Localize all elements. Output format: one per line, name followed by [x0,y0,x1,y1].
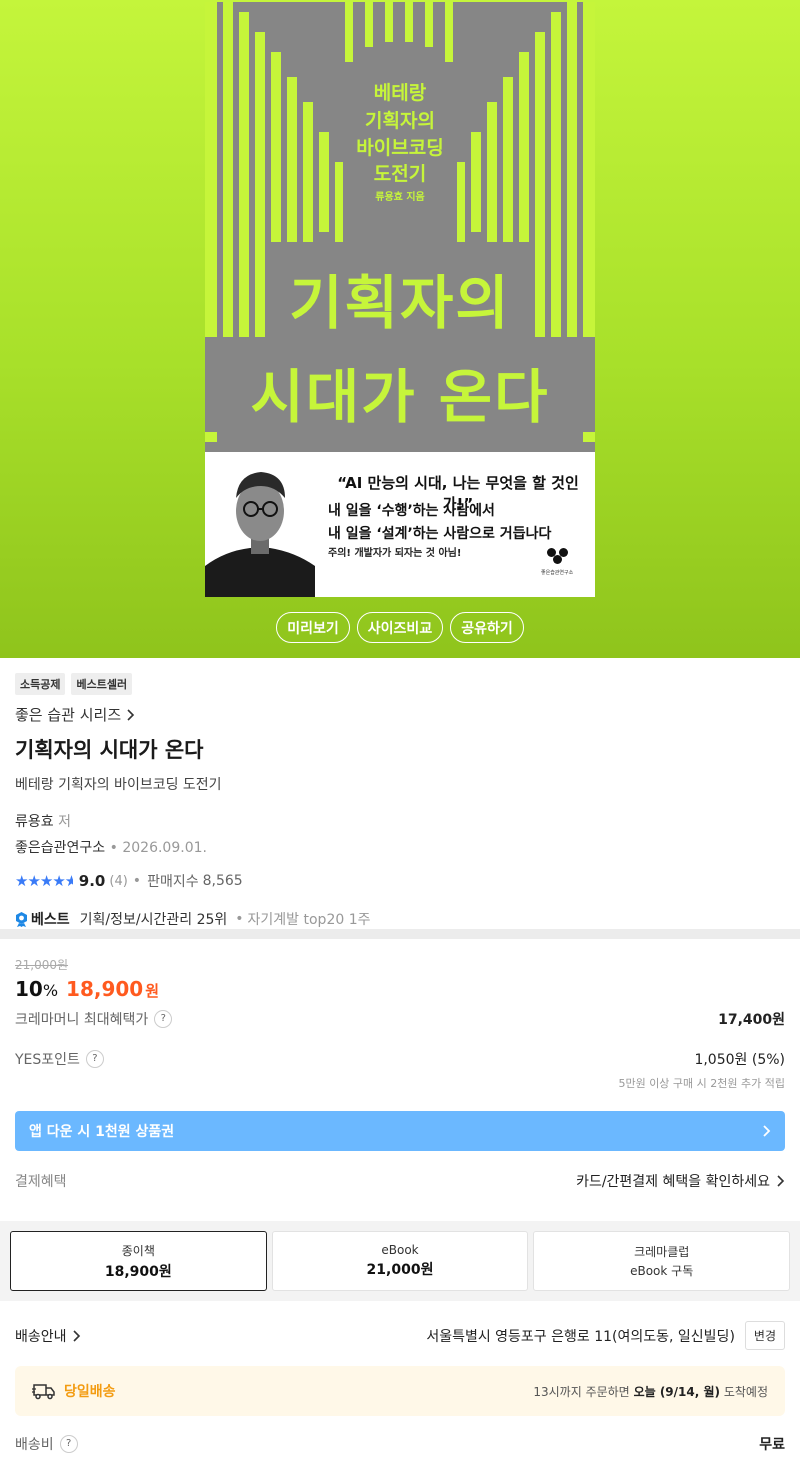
best-label: 베스트 [31,912,70,928]
share-button[interactable]: 공유하기 [450,612,524,643]
same-day-delivery-box: 당일배송 13시까지 주문하면 오늘 (9/14, 월) 도착예정 [15,1366,785,1416]
format-tabs: 종이책 18,900원 eBook 21,000원 크레마클럽 eBook 구독 [0,1221,800,1301]
help-icon[interactable]: ? [59,1435,78,1453]
price-section: 21,000원 10% 18,900 원 크레마머니 최대혜택가? 17,400… [0,950,800,1191]
book-title: 기획자의 시대가 온다 [15,738,204,762]
format-name: eBook [381,1243,419,1257]
payment-benefit-row[interactable]: 결제혜택 카드/간편결제 혜택을 확인하세요 [15,1171,785,1191]
chevron-right-icon [763,1125,771,1137]
product-info: 소득공제 베스트셀러 좋은 습관 시리즈 기획자의 시대가 온다 베테랑 기획자… [0,658,800,929]
preview-button[interactable]: 미리보기 [276,612,350,643]
sale-price-row: 10% 18,900 원 [15,977,785,1001]
best-medal-icon [16,911,27,927]
section-divider [0,929,800,939]
badge-group: 소득공제 베스트셀러 [15,673,785,695]
chevron-right-icon [127,708,135,721]
author-role: 저 [58,814,71,830]
cover-warning: 주의! 개발자가 되자는 것 아님! [328,548,462,559]
same-day-post: 도착예정 [723,1384,768,1399]
format-subtext: eBook 구독 [630,1264,694,1278]
crema-benefit-row: 크레마머니 최대혜택가? 17,400원 [15,1009,785,1029]
discount-rate: 10% [15,977,59,1001]
cover-subtitle-3: 바이브코딩 [356,137,444,159]
cover-band: “AI 만능의 시대, 나는 무엇을 할 것인가!” 내 일을 ‘수행’하는 사… [205,452,595,597]
tab-paper-book[interactable]: 종이책 18,900원 [10,1231,267,1291]
same-day-date: 오늘 (9/14, 월) [633,1384,720,1399]
cover-publisher: 좋은습관연구소 [541,570,574,576]
cover-line-1: 내 일을 ‘수행’하는 사람에서 [328,503,495,519]
tab-crema-club[interactable]: 크레마클럽 eBook 구독 [533,1231,791,1291]
app-coupon-text: 앱 다운 시 1천원 상품권 [29,1124,175,1140]
rating-stars-icon: ★★★★★ [15,872,73,890]
sale-price: 18,900 [66,977,144,1001]
review-count[interactable]: (4) [109,874,127,889]
best-sep: • [235,911,244,927]
yes-point-note: 5만원 이상 구매 시 2천원 추가 적립 [618,1077,785,1090]
payment-benefit-label: 결제혜택 [15,1174,67,1190]
book-subtitle: 베테랑 기획자의 바이브코딩 도전기 [15,777,222,793]
series-label: 좋은 습관 시리즈 [15,706,122,724]
cover-title-line2: 시대가 온다 [250,363,550,431]
delivery-address: 서울특별시 영등포구 은행로 11(여의도동, 일신빌딩) [426,1328,735,1345]
publisher-sep: • [109,840,118,856]
crema-benefit-value: 17,400원 [718,1012,785,1028]
format-price: 18,900원 [104,1263,172,1280]
help-icon[interactable]: ? [154,1010,173,1028]
app-coupon-banner[interactable]: 앱 다운 시 1천원 상품권 [15,1111,785,1151]
shipping-fee-value: 무료 [759,1437,785,1453]
original-price: 21,000원 [15,958,69,972]
payment-benefit-value: 카드/간편결제 혜택을 확인하세요 [576,1174,770,1190]
size-compare-button[interactable]: 사이즈비교 [356,612,444,643]
badge-bestseller: 베스트셀러 [71,673,133,695]
cover-title-line1: 기획자의 [289,269,511,337]
hero-button-group: 미리보기 사이즈비교 공유하기 [0,612,800,643]
chevron-right-icon [777,1175,785,1187]
rating-score: 9.0 [78,872,106,890]
format-name: 크레마클럽 [634,1245,690,1259]
delivery-truck-icon [32,1384,55,1400]
delivery-label: 배송안내 [15,1328,67,1345]
help-icon[interactable]: ? [85,1050,104,1068]
cover-author: 류용효 지음 [375,192,425,203]
cover-subtitle-1: 베테랑 [373,82,427,104]
series-link[interactable]: 좋은 습관 시리즈 [15,704,785,725]
delivery-header: 배송안내 서울특별시 영등포구 은행로 11(여의도동, 일신빌딩) 변경 [15,1321,785,1350]
hero-section: 베테랑 기획자의 바이브코딩 도전기 류용효 지음 기획자의 시대가 온다 “A… [0,0,800,658]
cover-subtitle-2: 기획자의 [365,110,435,132]
best-row: 베스트 기획/정보/시간관리 25위 • 자기계발 top20 1주 [15,909,785,929]
cover-line-2: 내 일을 ‘설계’하는 사람으로 거듭나다 [328,526,552,542]
cover-subtitle-4: 도전기 [373,163,427,185]
best-rank-category[interactable]: 기획/정보/시간관리 25위 [80,909,228,929]
sales-index-label: 판매지수 [147,874,199,890]
author-row: 류용효 저 [15,811,785,831]
same-day-pre: 13시까지 주문하면 [533,1384,630,1399]
yes-point-label: YES포인트 [15,1052,80,1068]
publisher-row: 좋은습관연구소 • 2026.09.01. [15,837,785,857]
author-portrait [205,456,315,597]
sale-price-unit: 원 [145,982,160,1000]
publish-date: 2026.09.01. [122,840,207,856]
shipping-fee-label: 배송비 [15,1437,54,1453]
sales-index-value: 8,565 [202,873,243,889]
yes-point-value: 1,050원 (5%) [694,1052,785,1068]
book-cover[interactable]: 베테랑 기획자의 바이브코딩 도전기 류용효 지음 기획자의 시대가 온다 “A… [205,2,595,597]
rating-sep: • [132,873,142,889]
author-name[interactable]: 류용효 [15,814,54,830]
change-address-button[interactable]: 변경 [744,1321,785,1350]
best-rank-weekly[interactable]: 자기계발 top20 1주 [248,909,371,929]
format-price: 21,000원 [366,1262,434,1278]
delivery-info-link[interactable]: 배송안내 [15,1326,81,1346]
delivery-section: 배송안내 서울특별시 영등포구 은행로 11(여의도동, 일신빌딩) 변경 당일… [0,1301,800,1454]
chevron-right-icon [72,1329,80,1342]
rating-row: ★★★★★ 9.0 (4) • 판매지수 8,565 [15,871,785,891]
tab-ebook[interactable]: eBook 21,000원 [271,1231,529,1291]
format-name: 종이책 [121,1243,155,1258]
same-day-label: 당일배송 [64,1384,116,1400]
badge-tax-deduction: 소득공제 [15,673,66,695]
shipping-fee-row: 배송비? 무료 [15,1434,785,1454]
yes-point-row: YES포인트? 1,050원 (5%) [15,1049,785,1069]
crema-benefit-label: 크레마머니 최대혜택가 [15,1012,149,1028]
publisher-name[interactable]: 좋은습관연구소 [15,840,105,856]
